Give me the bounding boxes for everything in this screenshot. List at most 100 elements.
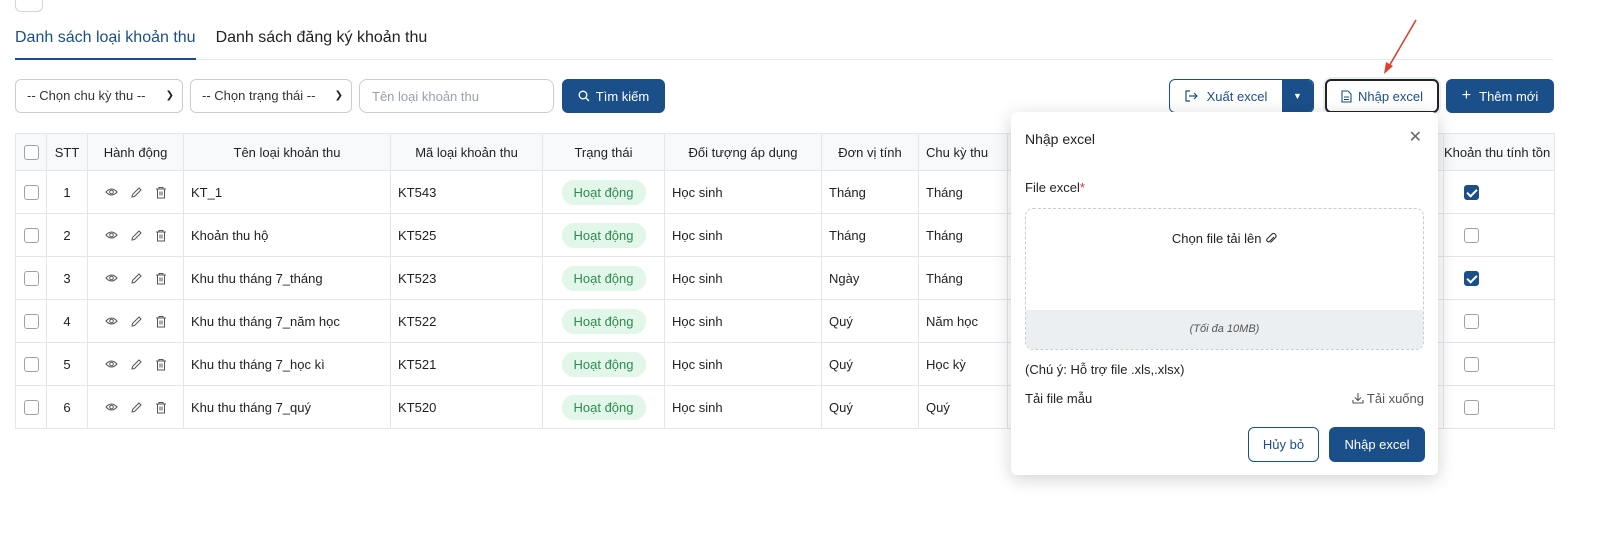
cell-carry — [1443, 170, 1555, 214]
header-name: Tên loại khoản thu — [183, 133, 391, 171]
header-cycle: Chu kỳ thu — [918, 133, 1008, 171]
download-icon — [1351, 393, 1364, 404]
chevron-down-icon: ❯ — [165, 90, 174, 101]
tab-fee-registrations[interactable]: Danh sách đăng ký khoản thu — [216, 24, 428, 59]
header-status: Trạng thái — [542, 133, 665, 171]
cell-cycle: Năm học — [918, 299, 1008, 343]
cell-cycle: Tháng — [918, 213, 1008, 257]
edit-icon[interactable] — [130, 229, 143, 242]
confirm-import-button[interactable]: Nhập excel — [1329, 427, 1425, 462]
download-template-link[interactable]: Tải xuống — [1351, 391, 1424, 406]
view-icon[interactable] — [104, 230, 118, 240]
trash-icon[interactable] — [155, 358, 167, 371]
cell-status: Hoạt động — [542, 170, 665, 214]
search-button[interactable]: Tìm kiếm — [562, 79, 665, 113]
cell-target: Học sinh — [664, 170, 822, 214]
cycle-select[interactable]: -- Chọn chu kỳ thu -- ❯ — [15, 79, 183, 113]
status-badge: Hoạt động — [561, 265, 646, 291]
carry-checkbox[interactable] — [1464, 400, 1479, 416]
cell-unit: Quý — [821, 299, 919, 343]
caret-down-icon: ▼ — [1293, 91, 1302, 101]
cell-unit: Ngày — [821, 256, 919, 300]
edit-icon[interactable] — [130, 315, 143, 328]
cell-code: KT522 — [390, 299, 543, 343]
add-new-label: Thêm mới — [1479, 88, 1539, 104]
edit-icon[interactable] — [130, 186, 143, 199]
cell-unit: Quý — [821, 385, 919, 429]
carry-checkbox[interactable] — [1464, 357, 1479, 373]
cell-carry — [1443, 342, 1555, 386]
trash-icon[interactable] — [155, 315, 167, 328]
edit-icon[interactable] — [130, 272, 143, 285]
cell-name: Khu thu tháng 7_quý — [183, 385, 391, 429]
view-icon[interactable] — [104, 359, 118, 369]
status-badge: Hoạt động — [561, 222, 646, 248]
cancel-button[interactable]: Hủy bỏ — [1248, 427, 1319, 462]
view-icon[interactable] — [104, 402, 118, 412]
header-target: Đối tượng áp dụng — [664, 133, 822, 171]
row-checkbox[interactable] — [23, 314, 39, 330]
select-all-cell — [15, 133, 47, 171]
header-stt: STT — [46, 133, 88, 171]
modal-title: Nhập excel — [1025, 131, 1096, 147]
status-badge: Hoạt động — [561, 308, 646, 334]
cell-unit: Quý — [821, 342, 919, 386]
row-select-cell — [15, 342, 47, 386]
file-dropzone[interactable]: Chọn file tải lên (Tối đa 10MB) — [1025, 208, 1424, 350]
status-select[interactable]: -- Chọn trạng thái -- ❯ — [190, 79, 352, 113]
select-all-checkbox[interactable] — [23, 145, 39, 161]
row-checkbox[interactable] — [23, 400, 39, 416]
edit-icon[interactable] — [130, 401, 143, 414]
export-icon — [1185, 90, 1198, 102]
row-checkbox[interactable] — [23, 271, 39, 287]
red-arrow-annotation — [1384, 19, 1417, 74]
trash-icon[interactable] — [155, 401, 167, 414]
trash-icon[interactable] — [155, 272, 167, 285]
view-icon[interactable] — [104, 273, 118, 283]
row-checkbox[interactable] — [23, 185, 39, 201]
cell-cycle: Tháng — [918, 256, 1008, 300]
cell-stt: 5 — [46, 342, 88, 386]
row-select-cell — [15, 213, 47, 257]
trash-icon[interactable] — [155, 229, 167, 242]
required-mark: * — [1079, 180, 1085, 195]
cell-code: KT543 — [390, 170, 543, 214]
status-badge: Hoạt động — [561, 351, 646, 377]
trash-icon[interactable] — [155, 186, 167, 199]
carry-checkbox[interactable] — [1464, 185, 1479, 201]
header-actions: Hành động — [87, 133, 184, 171]
cell-cycle: Học kỳ — [918, 342, 1008, 386]
carry-checkbox[interactable] — [1464, 228, 1479, 244]
cell-unit: Tháng — [821, 213, 919, 257]
cell-actions — [87, 385, 184, 429]
export-dropdown-toggle[interactable]: ▼ — [1282, 80, 1313, 112]
cell-actions — [87, 342, 184, 386]
import-excel-modal: Nhập excel ✕ File excel* Chọn file tải l… — [1011, 112, 1438, 475]
status-select-value: -- Chọn trạng thái -- — [202, 88, 316, 103]
carry-checkbox[interactable] — [1464, 314, 1479, 330]
view-icon[interactable] — [104, 316, 118, 326]
edit-icon[interactable] — [130, 358, 143, 371]
cell-actions — [87, 170, 184, 214]
close-icon[interactable]: ✕ — [1409, 127, 1422, 147]
export-excel-label: Xuất excel — [1206, 88, 1268, 104]
import-excel-button[interactable]: Nhập excel — [1325, 79, 1439, 113]
cell-actions — [87, 213, 184, 257]
cell-carry — [1443, 299, 1555, 343]
name-search-input[interactable] — [359, 79, 554, 113]
export-excel-button[interactable]: Xuất excel — [1170, 80, 1282, 112]
carry-checkbox[interactable] — [1464, 271, 1479, 287]
add-new-button[interactable]: + Thêm mới — [1446, 79, 1554, 113]
plus-icon: + — [1461, 87, 1472, 104]
header-unit: Đơn vị tính — [821, 133, 919, 171]
view-icon[interactable] — [104, 187, 118, 197]
row-checkbox[interactable] — [23, 357, 39, 373]
row-checkbox[interactable] — [23, 228, 39, 244]
cell-stt: 6 — [46, 385, 88, 429]
tab-fee-types[interactable]: Danh sách loại khoản thu — [15, 24, 196, 60]
back-button[interactable] — [15, 0, 43, 12]
tab-bar: Danh sách loại khoản thu Danh sách đăng … — [15, 24, 1553, 60]
cell-actions — [87, 299, 184, 343]
cell-status: Hoạt động — [542, 213, 665, 257]
cell-status: Hoạt động — [542, 385, 665, 429]
